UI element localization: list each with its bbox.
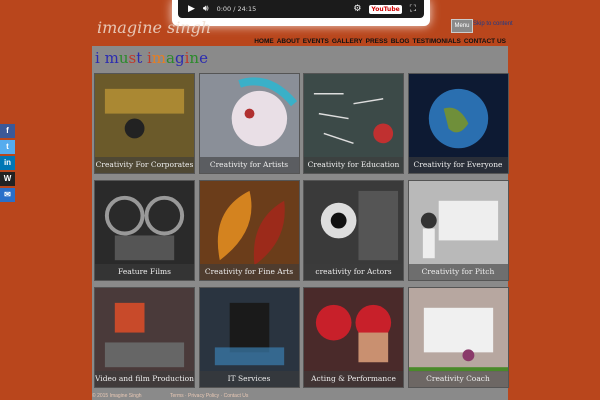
linkedin-icon[interactable]: in xyxy=(0,156,15,170)
nav-blog[interactable]: BLOG xyxy=(391,38,410,45)
tile-caption: Creativity For Corporates xyxy=(95,157,194,173)
tagline-letter: i xyxy=(95,49,105,67)
tile-caption: Acting & Performance xyxy=(304,371,403,387)
tagline-letter: t xyxy=(136,49,147,67)
service-grid: Creativity For Corporates Creativity for … xyxy=(94,73,509,388)
nav-testimonials[interactable]: TESTIMONIALS xyxy=(412,38,460,45)
video-time: 0:00 / 24:15 xyxy=(216,5,257,13)
fullscreen-icon[interactable]: ⛶ xyxy=(410,4,416,14)
tile-caption: creativity for Actors xyxy=(304,264,403,280)
tagline-letter: m xyxy=(104,49,119,67)
service-tile[interactable]: Creativity Coach xyxy=(407,287,509,388)
tile-caption: Creativity for Everyone xyxy=(408,157,508,173)
social-share-bar: f t in W ✉ xyxy=(0,124,15,202)
tagline: i must imagine xyxy=(95,49,208,67)
tile-caption: Creativity for Education xyxy=(304,157,403,173)
nav-contact-us[interactable]: CONTACT US xyxy=(464,38,506,45)
menu-button[interactable]: Menu xyxy=(451,19,473,33)
tagline-letter: e xyxy=(199,49,208,67)
tagline-letter: m xyxy=(151,49,167,67)
video-controls: ▶ 🔊︎ 0:00 / 24:15 ⚙ YouTube ⛶ xyxy=(178,0,424,18)
email-icon[interactable]: ✉ xyxy=(0,188,15,202)
service-tile[interactable]: Feature Films xyxy=(94,180,195,281)
service-tile[interactable]: Acting & Performance xyxy=(303,287,404,388)
nav-about[interactable]: ABOUT xyxy=(277,38,300,45)
nav-press[interactable]: PRESS xyxy=(366,38,388,45)
gear-icon[interactable]: ⚙ xyxy=(353,4,361,14)
service-tile[interactable]: Creativity For Corporates xyxy=(94,73,195,174)
tile-caption: Feature Films xyxy=(95,264,194,280)
nav-events[interactable]: EVENTS xyxy=(303,38,329,45)
twitter-icon[interactable]: t xyxy=(0,140,15,154)
main-nav: HOME ABOUT EVENTS GALLERY PRESS BLOG TES… xyxy=(254,38,506,45)
tile-caption: Video and film Production xyxy=(95,371,194,387)
tile-caption: Creativity for Artists xyxy=(199,157,299,173)
footer-copyright: © 2015 Imagine Singh xyxy=(92,393,142,399)
service-tile[interactable]: Video and film Production xyxy=(94,287,195,388)
service-tile[interactable]: Creativity for Artists xyxy=(198,73,300,174)
service-tile[interactable]: Creativity for Fine Arts xyxy=(198,180,300,281)
service-tile[interactable]: Creativity for Pitch xyxy=(407,180,509,281)
nav-gallery[interactable]: GALLERY xyxy=(332,38,363,45)
play-icon[interactable]: ▶ xyxy=(188,0,195,18)
tagline-letter: a xyxy=(166,49,175,67)
facebook-icon[interactable]: f xyxy=(0,124,15,138)
tile-caption: Creativity Coach xyxy=(408,371,508,387)
wikipedia-icon[interactable]: W xyxy=(0,172,15,186)
service-tile[interactable]: Creativity for Education xyxy=(303,73,404,174)
footer-links[interactable]: Terms · Privacy Policy · Contact Us xyxy=(170,393,248,399)
tagline-letter: n xyxy=(189,49,200,67)
tile-caption: Creativity for Fine Arts xyxy=(199,264,299,280)
youtube-logo[interactable]: YouTube xyxy=(369,4,402,14)
service-tile[interactable]: Creativity for Everyone xyxy=(407,73,509,174)
volume-icon[interactable]: 🔊︎ xyxy=(203,0,209,18)
service-tile[interactable]: IT Services xyxy=(198,287,300,388)
tile-caption: Creativity for Pitch xyxy=(408,264,508,280)
tile-caption: IT Services xyxy=(199,371,299,387)
service-tile[interactable]: creativity for Actors xyxy=(303,180,404,281)
nav-home[interactable]: HOME xyxy=(254,38,274,45)
footer: © 2015 Imagine Singh Terms · Privacy Pol… xyxy=(92,393,512,399)
tagline-letter: g xyxy=(174,49,185,67)
site-logo[interactable]: imagine singh xyxy=(97,18,211,37)
skip-to-content-link[interactable]: Skip to content xyxy=(473,21,513,27)
